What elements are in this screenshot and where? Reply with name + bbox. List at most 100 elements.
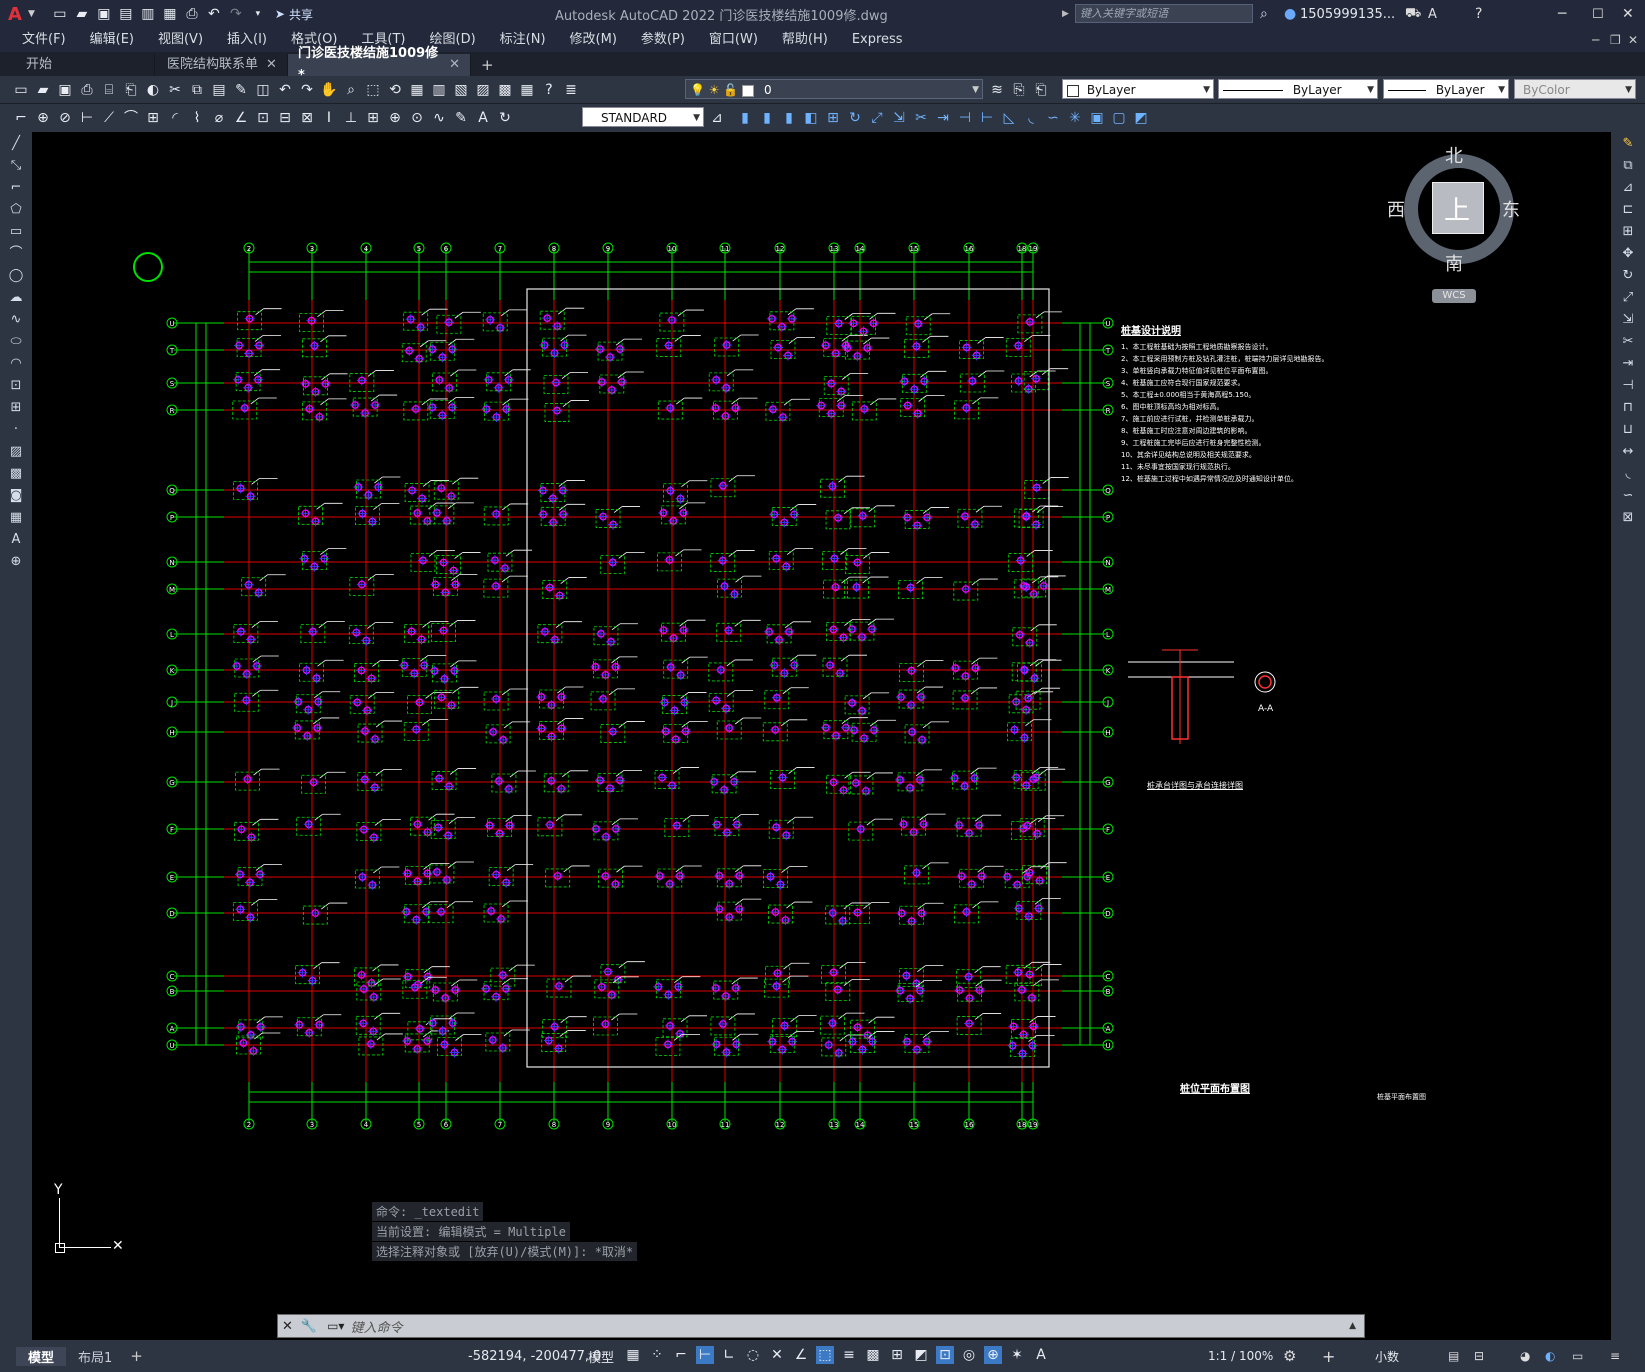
markup-icon[interactable]: ▩ <box>496 81 514 99</box>
quick-dim-icon[interactable]: ⊡ <box>254 109 272 127</box>
dimstyle-manager-icon[interactable]: ⊿ <box>708 109 726 127</box>
undo-icon[interactable]: ↶ <box>205 5 223 23</box>
inspection-icon[interactable]: ⊙ <box>408 109 426 127</box>
transparency-icon[interactable]: ≡ <box>840 1346 858 1364</box>
blend-tool-icon[interactable]: ∽ <box>1617 486 1639 506</box>
quick-properties-icon[interactable]: ▤ <box>1448 1349 1459 1363</box>
color-dropdown[interactable]: ByLayer ▼ <box>1062 79 1214 99</box>
tolerance-icon[interactable]: ⊞ <box>364 109 382 127</box>
tool-palettes-icon[interactable]: ▧ <box>452 81 470 99</box>
scale-tool-icon[interactable]: ⤢ <box>1617 288 1639 308</box>
cut-icon[interactable]: ✂ <box>166 81 184 99</box>
add-selected-icon[interactable]: ⊕ <box>5 552 27 572</box>
app-menu-chevron-icon[interactable]: ▼ <box>28 9 35 19</box>
close-icon[interactable]: ✕ <box>266 54 277 76</box>
undo-icon[interactable]: ↶ <box>276 81 294 99</box>
doc-minimize-button[interactable]: ─ <box>1592 33 1599 47</box>
group-icon[interactable]: ▣ <box>1088 109 1106 127</box>
copy-obj-icon[interactable]: ▮ <box>758 109 776 127</box>
insert-block-icon[interactable]: ⊡ <box>5 376 27 396</box>
redo-icon[interactable]: ↷ <box>298 81 316 99</box>
maximize-button[interactable]: ☐ <box>1592 7 1604 22</box>
command-history-toggle-icon[interactable]: ▲ <box>1349 1321 1356 1331</box>
lock-ui-icon[interactable]: ⊟ <box>1474 1349 1484 1363</box>
copy-icon[interactable]: ⧉ <box>188 81 206 99</box>
open-folder-icon[interactable]: ▰ <box>73 5 91 23</box>
center-mark-icon[interactable]: ⊕ <box>386 109 404 127</box>
close-icon[interactable]: ✕ <box>449 54 460 76</box>
dim-update-icon[interactable]: ↻ <box>496 109 514 127</box>
autodesk-a360-icon[interactable]: A <box>1428 7 1437 22</box>
help-icon[interactable]: ? <box>540 81 558 99</box>
layer-dropdown[interactable]: 💡 ☀ 🔓 0 ▼ <box>685 79 983 99</box>
join-tool-icon[interactable]: ⊔ <box>1617 420 1639 440</box>
explode-tool-icon[interactable]: ⊠ <box>1617 508 1639 528</box>
layer-state-icon[interactable]: ⎗ <box>1032 81 1050 99</box>
stretch-tool-icon[interactable]: ⇲ <box>1617 310 1639 330</box>
line-icon[interactable]: ╱ <box>5 134 27 154</box>
share-button[interactable]: ➤ 共享 <box>275 6 313 23</box>
break-point-icon[interactable]: ⊣ <box>1617 376 1639 396</box>
model-space-button[interactable]: 模型 <box>588 1347 614 1366</box>
3d-osnap-icon[interactable]: ⊞ <box>888 1346 906 1364</box>
draworder-icon[interactable]: ◩ <box>1132 109 1150 127</box>
menu-modify[interactable]: 修改(M) <box>558 28 629 52</box>
ortho-icon[interactable]: ⊢ <box>696 1346 714 1364</box>
linear-dim-icon[interactable]: ⊢ <box>78 109 96 127</box>
zoom-window-icon[interactable]: ⬚ <box>364 81 382 99</box>
block-editor-icon[interactable]: ◫ <box>254 81 272 99</box>
move-tool-icon[interactable]: ✥ <box>1617 244 1639 264</box>
customize-wrench-icon[interactable]: 🔧 <box>297 1319 321 1334</box>
help-icon[interactable]: ? <box>1475 6 1482 22</box>
hardware-acceleration-icon[interactable]: ◐ <box>1545 1349 1555 1363</box>
hatch-icon[interactable]: ▨ <box>5 442 27 462</box>
save-icon[interactable]: ▣ <box>95 5 113 23</box>
auto-scale-icon[interactable]: ✶ <box>1008 1346 1026 1364</box>
qat-dropdown-icon[interactable]: ▾ <box>249 5 267 23</box>
make-block-icon[interactable]: ⊞ <box>5 398 27 418</box>
break-icon[interactable]: ⊣ <box>956 109 974 127</box>
tab-current-drawing[interactable]: 门诊医技楼结施1009修* ✕ <box>288 46 471 83</box>
revision-cloud-icon[interactable]: ☁ <box>5 288 27 308</box>
close-icon[interactable]: ✕ <box>278 1319 297 1334</box>
fillet-tool-icon[interactable]: ◟ <box>1617 464 1639 484</box>
snap-icon[interactable]: ⁘ <box>648 1346 666 1364</box>
menu-insert[interactable]: 插入(I) <box>215 28 279 52</box>
erase-icon[interactable]: ✎ <box>1617 134 1639 154</box>
mirror-tool-icon[interactable]: ⊿ <box>1617 178 1639 198</box>
menu-dimension[interactable]: 标注(N) <box>488 28 558 52</box>
units-value[interactable]: 小数 <box>1375 1348 1399 1365</box>
linetype-dropdown[interactable]: ByLayer ▼ <box>1218 79 1378 99</box>
menu-edit[interactable]: 编辑(E) <box>78 28 146 52</box>
arc-length-icon[interactable]: ⌒ <box>122 109 140 127</box>
plotstyle-dropdown[interactable]: ByColor ▼ <box>1514 79 1636 99</box>
compass-east[interactable]: 东 <box>1502 196 1520 222</box>
publish-icon[interactable]: ⎗ <box>122 81 140 99</box>
close-button[interactable]: ✕ <box>1622 6 1634 22</box>
compass-west[interactable]: 西 <box>1387 196 1405 222</box>
selection-cycling-icon[interactable]: ▩ <box>864 1346 882 1364</box>
drawing-canvas[interactable]: 2 2 3 3 4 4 5 5 6 6 7 7 8 8 9 9 10 10 11 11 12 12 13 13 14 14 15 15… <box>32 132 1611 1340</box>
construction-line-icon[interactable]: ⤡ <box>5 156 27 176</box>
new-tab-plus-icon[interactable]: + <box>471 54 504 76</box>
new-file-icon[interactable]: ▭ <box>51 5 69 23</box>
spline-icon[interactable]: ∿ <box>5 310 27 330</box>
properties-icon[interactable]: ▦ <box>408 81 426 99</box>
autocad-logo[interactable]: A <box>8 4 28 25</box>
annotation-scale-value[interactable]: 1:1 / 100% <box>1208 1349 1273 1363</box>
add-layout-icon[interactable]: + <box>130 1347 143 1365</box>
layer-previous-icon[interactable]: ⎘ <box>1010 81 1028 99</box>
isodraft-icon[interactable]: ◌ <box>744 1346 762 1364</box>
annotation-visibility-icon[interactable]: ⊕ <box>984 1346 1002 1364</box>
3dprint-icon[interactable]: ◐ <box>144 81 162 99</box>
chamfer-icon[interactable]: ◺ <box>1000 109 1018 127</box>
dim-edit-icon[interactable]: ✎ <box>452 109 470 127</box>
radius-dim-icon[interactable]: ◜ <box>166 109 184 127</box>
workspace-gear-icon[interactable]: ⚙ <box>1283 1347 1296 1365</box>
menu-express[interactable]: Express <box>840 28 915 52</box>
calculator-icon[interactable]: ▦ <box>518 81 536 99</box>
command-prompt-icon[interactable]: ▭▾ <box>321 1319 350 1333</box>
ordinate-dim-icon[interactable]: ⊞ <box>144 109 162 127</box>
isolate-objects-icon[interactable]: ◕ <box>1520 1349 1530 1363</box>
infer-icon[interactable]: ⌐ <box>672 1346 690 1364</box>
